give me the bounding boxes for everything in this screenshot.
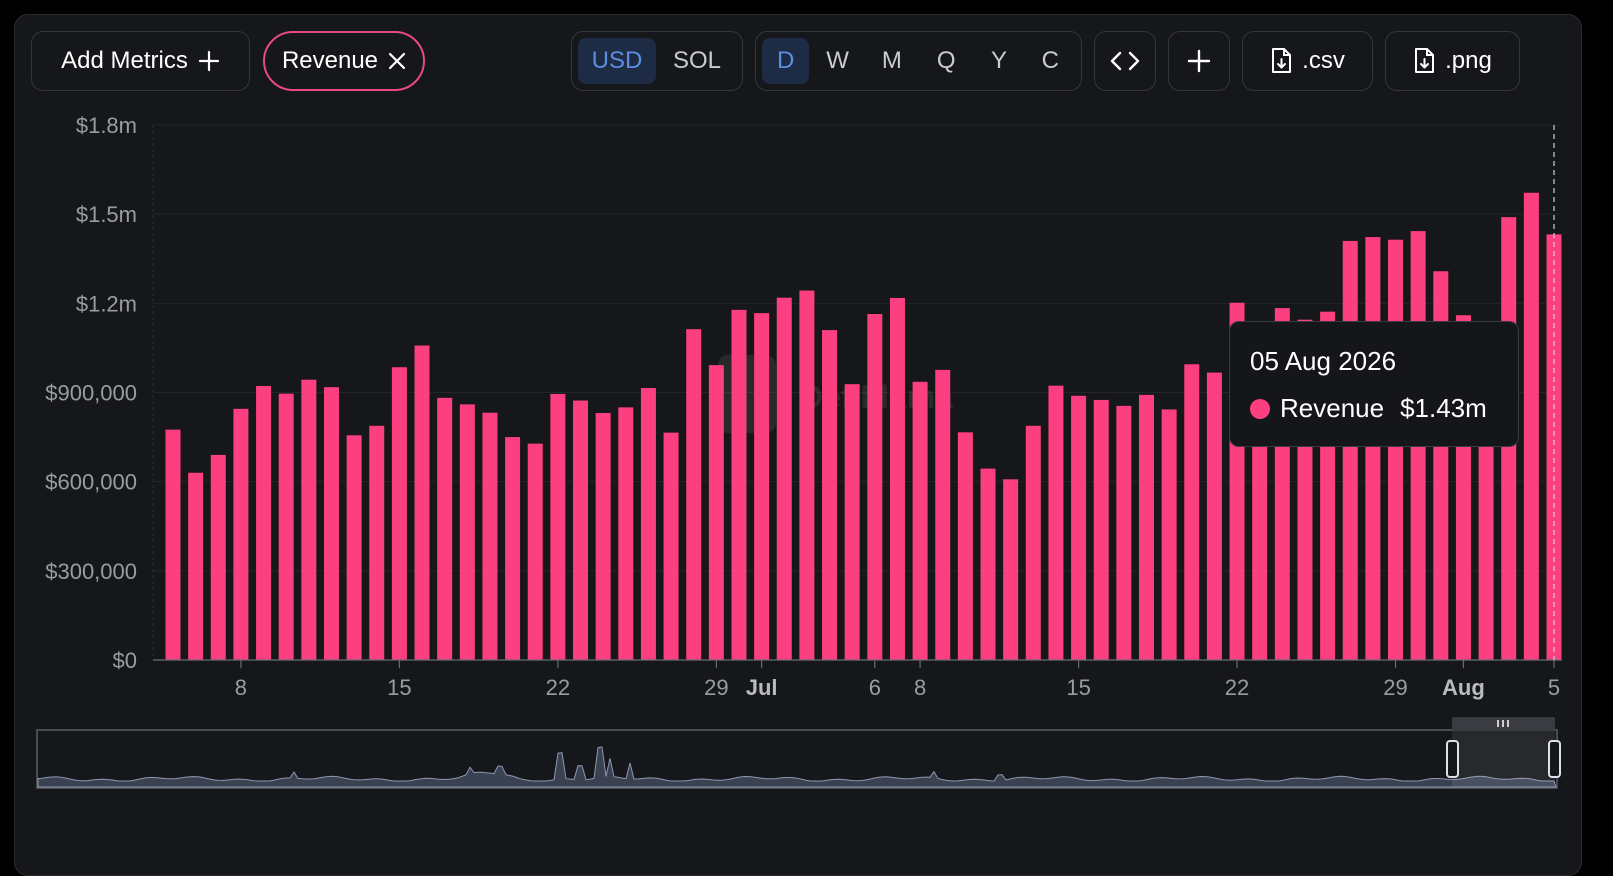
y-tick-label: $1.8m — [76, 113, 137, 138]
x-tick-label: 8 — [235, 675, 247, 700]
bar[interactable] — [459, 404, 475, 660]
bar[interactable] — [867, 314, 883, 660]
bar[interactable] — [731, 309, 747, 660]
bar[interactable] — [391, 367, 407, 660]
x-tick-label: 29 — [1383, 675, 1407, 700]
bar[interactable] — [256, 385, 272, 660]
bar[interactable] — [754, 313, 770, 660]
range-handle-left[interactable] — [1446, 740, 1459, 778]
bar[interactable] — [1161, 409, 1177, 660]
bar[interactable] — [1138, 394, 1154, 660]
range-selector[interactable] — [36, 717, 1561, 789]
bar[interactable] — [980, 468, 996, 660]
bar[interactable] — [278, 393, 294, 660]
y-axis-labels: $0 $300,000 $600,000 $900,000 $1.2m $1.5m $1.8… — [45, 113, 137, 673]
bar[interactable] — [210, 454, 226, 660]
bar[interactable] — [957, 432, 973, 660]
y-tick-label: $0 — [113, 648, 137, 673]
bar[interactable] — [414, 345, 430, 660]
x-tick-label: 22 — [546, 675, 570, 700]
tooltip-series-name: Revenue — [1280, 393, 1385, 423]
x-tick-label: Aug — [1442, 675, 1485, 700]
bar[interactable] — [1048, 385, 1064, 660]
bar[interactable] — [1206, 372, 1222, 660]
bar[interactable] — [437, 397, 453, 660]
y-tick-label: $300,000 — [45, 559, 137, 584]
x-tick-label: 6 — [869, 675, 881, 700]
bar[interactable] — [1523, 192, 1539, 660]
bar[interactable] — [1184, 364, 1200, 660]
y-tick-label: $600,000 — [45, 470, 137, 495]
bar[interactable] — [1388, 239, 1404, 660]
bar[interactable] — [595, 413, 611, 660]
bar[interactable] — [165, 429, 181, 660]
y-tick-label: $1.5m — [76, 202, 137, 227]
bar[interactable] — [1025, 425, 1041, 660]
x-tick-label: 15 — [387, 675, 411, 700]
bar[interactable] — [844, 384, 860, 660]
bar[interactable] — [912, 381, 928, 660]
bar[interactable] — [708, 365, 724, 660]
bar[interactable] — [1093, 399, 1109, 660]
tooltip-value: $1.43m — [1400, 393, 1487, 423]
bar[interactable] — [573, 400, 589, 660]
bar[interactable] — [482, 412, 498, 660]
x-tick-label: 8 — [914, 675, 926, 700]
bar[interactable] — [301, 379, 317, 660]
x-tick-label: 22 — [1225, 675, 1249, 700]
bar[interactable] — [369, 425, 385, 660]
tooltip-date: 05 Aug 2026 — [1250, 346, 1397, 376]
bar[interactable] — [527, 443, 543, 660]
bar[interactable] — [618, 407, 634, 660]
tooltip-row: Revenue $1.43m — [1250, 393, 1498, 424]
bar[interactable] — [663, 432, 679, 660]
bar[interactable] — [1003, 479, 1019, 660]
bar[interactable] — [640, 388, 656, 660]
bar[interactable] — [1071, 395, 1087, 660]
bar[interactable] — [799, 290, 815, 660]
x-axis: 8 15 22 29 Jul 6 8 15 22 29 Aug 5 — [153, 659, 1562, 700]
bar[interactable] — [776, 297, 792, 660]
bar[interactable] — [188, 472, 204, 660]
x-tick-label: 29 — [704, 675, 728, 700]
bar[interactable] — [1365, 237, 1381, 660]
x-tick-label: Jul — [746, 675, 778, 700]
bar[interactable] — [323, 387, 339, 660]
bar[interactable] — [233, 408, 249, 660]
y-tick-label: $1.2m — [76, 291, 137, 316]
bar[interactable] — [1116, 405, 1132, 660]
bar[interactable] — [822, 330, 838, 660]
bar[interactable] — [346, 435, 362, 660]
bar[interactable] — [889, 297, 905, 660]
range-handle-right[interactable] — [1548, 740, 1561, 778]
y-tick-label: $900,000 — [45, 381, 137, 406]
x-tick-label: 15 — [1066, 675, 1090, 700]
range-selector-window[interactable] — [1452, 731, 1555, 787]
bar[interactable] — [935, 369, 951, 660]
bar[interactable] — [505, 437, 521, 660]
series-color-dot — [1250, 398, 1270, 419]
bar[interactable] — [686, 329, 702, 660]
bar[interactable] — [1342, 240, 1358, 660]
x-tick-label: 5 — [1548, 675, 1560, 700]
chart-tooltip: 05 Aug 2026 Revenue $1.43m — [1229, 321, 1519, 447]
bar[interactable] — [550, 393, 566, 660]
